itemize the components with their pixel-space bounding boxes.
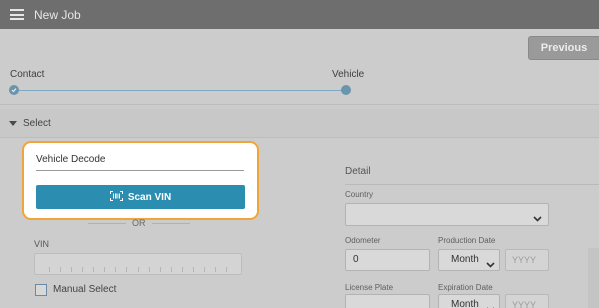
hamburger-menu-icon[interactable]	[10, 9, 24, 20]
scan-vin-button[interactable]: Scan VIN	[36, 185, 245, 209]
odometer-input[interactable]: 0	[345, 249, 430, 271]
production-month-value: Month	[451, 254, 479, 265]
vin-input[interactable]	[34, 253, 242, 275]
vin-character-ticks	[49, 267, 227, 272]
or-text: OR	[132, 218, 146, 228]
vin-label: VIN	[34, 239, 50, 249]
vehicle-decode-underline	[36, 170, 244, 171]
manual-select-label[interactable]: Manual Select	[53, 284, 116, 295]
step-contact-complete-icon[interactable]	[9, 85, 19, 95]
odometer-label: Odometer	[345, 236, 381, 245]
detail-divider	[345, 184, 599, 185]
step-label-contact: Contact	[10, 69, 45, 80]
caret-down-icon	[9, 120, 17, 126]
detail-heading: Detail	[345, 166, 371, 177]
scroll-edge	[588, 248, 599, 308]
expiration-month-value: Month	[451, 299, 479, 308]
divider	[0, 137, 599, 138]
previous-button[interactable]: Previous	[528, 36, 599, 60]
scan-vin-label: Scan VIN	[127, 191, 172, 203]
barcode-scan-icon	[109, 190, 123, 204]
step-label-vehicle: Vehicle	[332, 69, 365, 80]
country-select[interactable]	[345, 203, 549, 226]
or-divider-left	[88, 223, 126, 224]
divider	[0, 104, 599, 105]
page-title: New Job	[34, 7, 81, 22]
top-app-bar: New Job	[0, 0, 599, 29]
expiration-date-label: Expiration Date	[438, 283, 493, 292]
select-section-toggle[interactable]: Select	[0, 109, 599, 137]
step-vehicle-current-icon[interactable]	[341, 85, 351, 95]
or-divider-right	[152, 223, 190, 224]
expiration-month-select[interactable]: Month	[438, 294, 500, 308]
chevron-down-icon	[486, 256, 495, 276]
vehicle-decode-panel: Vehicle Decode Scan VIN	[22, 141, 259, 220]
country-label: Country	[345, 190, 374, 199]
vehicle-decode-label: Vehicle Decode	[36, 154, 106, 165]
chevron-down-icon	[486, 301, 495, 308]
stepper-progress-line	[14, 90, 346, 91]
production-month-select[interactable]: Month	[438, 249, 500, 271]
production-date-label: Production Date	[438, 236, 496, 245]
license-plate-input[interactable]	[345, 294, 430, 308]
select-section-label: Select	[23, 117, 51, 129]
manual-select-checkbox[interactable]	[35, 284, 47, 296]
expiration-year-input[interactable]: YYYY	[505, 294, 549, 308]
license-plate-label: License Plate	[345, 283, 394, 292]
production-year-input[interactable]: YYYY	[505, 249, 549, 271]
chevron-down-icon	[533, 211, 542, 225]
